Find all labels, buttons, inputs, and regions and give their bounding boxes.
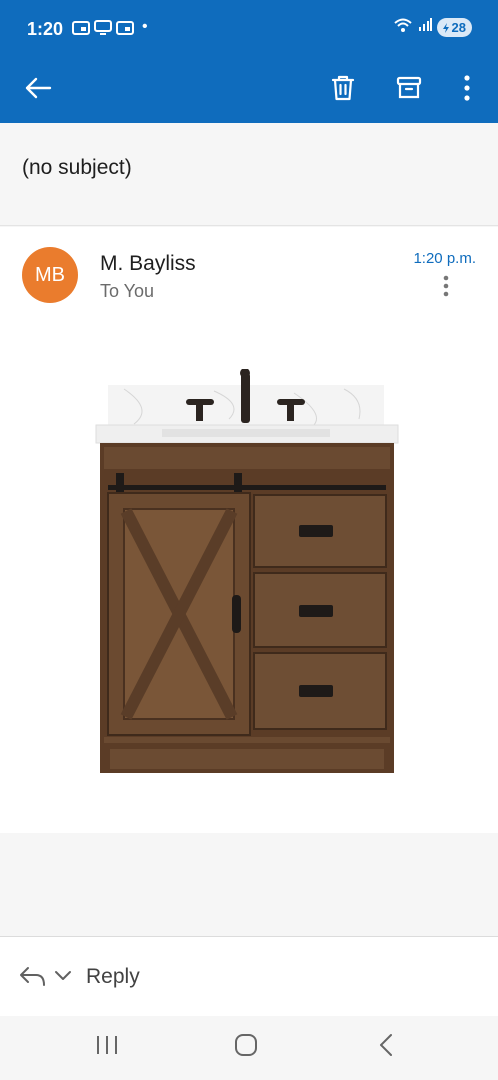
status-time: 1:20 bbox=[27, 19, 64, 39]
reply-icon[interactable] bbox=[18, 965, 46, 992]
message-more-button[interactable] bbox=[432, 273, 460, 303]
status-bar: 1:20 • 28 bbox=[0, 0, 498, 58]
email-subject: (no subject) bbox=[22, 156, 132, 179]
home-button[interactable] bbox=[226, 1030, 266, 1064]
status-dot: • bbox=[142, 18, 148, 35]
status-notifications bbox=[72, 20, 134, 41]
app-bar bbox=[0, 58, 498, 123]
avatar[interactable]: MB bbox=[22, 247, 78, 303]
back-arrow-icon bbox=[24, 76, 52, 105]
chevron-down-icon[interactable] bbox=[54, 969, 72, 987]
recents-icon bbox=[94, 1034, 120, 1061]
trash-icon bbox=[330, 74, 356, 107]
back-button[interactable] bbox=[14, 66, 62, 114]
wifi-icon bbox=[393, 17, 413, 38]
chevron-left-icon bbox=[376, 1032, 396, 1063]
archive-button[interactable] bbox=[385, 66, 433, 114]
recipient[interactable]: To You bbox=[100, 281, 154, 302]
cast-icon bbox=[94, 20, 112, 41]
archive-icon bbox=[396, 75, 422, 106]
more-vertical-icon bbox=[463, 74, 471, 106]
sender-name[interactable]: M. Bayliss bbox=[100, 252, 196, 276]
vanity-product-image[interactable] bbox=[94, 368, 404, 782]
more-vertical-icon bbox=[443, 275, 449, 302]
notification-icon bbox=[116, 21, 134, 40]
message-time: 1:20 p.m. bbox=[413, 250, 476, 267]
more-options-button[interactable] bbox=[443, 66, 491, 114]
battery-icon: 28 bbox=[436, 18, 472, 37]
reply-bar: Reply bbox=[0, 936, 498, 1016]
message-card[interactable]: MB M. Bayliss To You 1:20 p.m. bbox=[0, 227, 498, 833]
notification-icon bbox=[72, 21, 90, 40]
avatar-initials: MB bbox=[35, 263, 65, 286]
battery-level: 28 bbox=[451, 20, 466, 35]
home-icon bbox=[233, 1032, 259, 1063]
status-system-icons: 28 bbox=[393, 17, 472, 38]
delete-button[interactable] bbox=[319, 66, 367, 114]
recent-apps-button[interactable] bbox=[87, 1030, 127, 1064]
subject-header: (no subject) bbox=[0, 123, 498, 226]
system-back-button[interactable] bbox=[366, 1030, 406, 1064]
signal-icon bbox=[418, 18, 432, 37]
reply-button[interactable]: Reply bbox=[86, 965, 140, 989]
system-nav-bar bbox=[0, 1016, 498, 1080]
